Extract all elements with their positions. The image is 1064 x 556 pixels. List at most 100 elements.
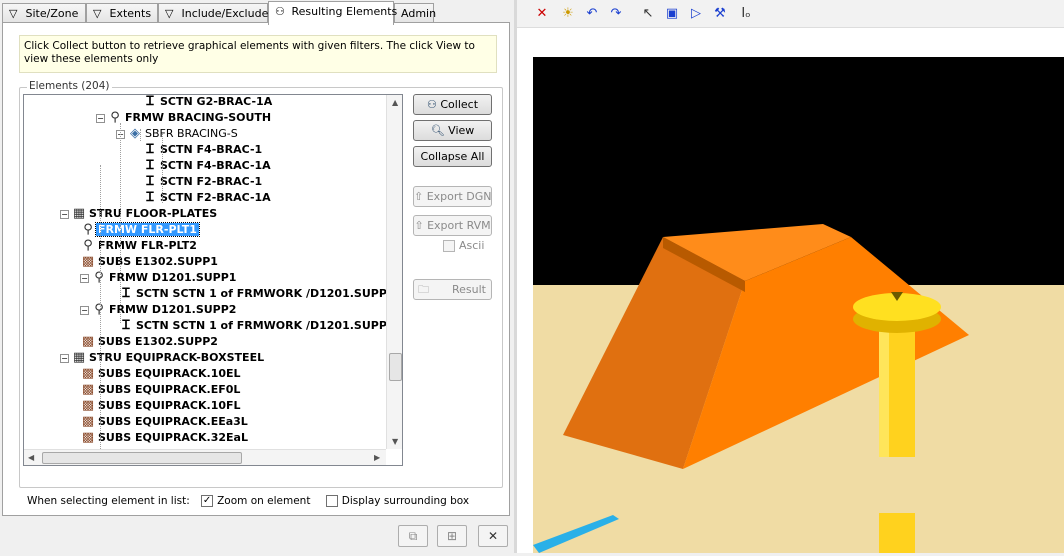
zoom-checkbox[interactable]: ✓ — [201, 495, 214, 507]
close-button[interactable]: ✕ — [478, 525, 508, 547]
play-icon[interactable]: ▷ — [687, 5, 705, 23]
tree-item-label: FRMW D1201.SUPP2 — [109, 303, 237, 316]
collapse-toggle-icon[interactable]: − — [60, 209, 69, 219]
new-button[interactable]: ⊞ — [437, 525, 467, 547]
tree-item-label: SUBS E1302.SUPP2 — [98, 335, 218, 348]
text-tool-icon[interactable]: Iₒ — [737, 5, 755, 23]
collapse-all-button[interactable]: Collapse All — [413, 146, 492, 167]
subs-icon: ▩ — [81, 254, 95, 269]
tree-item-label: SCTN F4-BRAC-1A — [160, 159, 271, 172]
hscroll-thumb[interactable] — [42, 452, 242, 464]
view-button[interactable]: 🔍︎ View — [413, 120, 492, 141]
subs-icon: ▩ — [81, 382, 95, 397]
framework-icon: ⚲ — [94, 270, 104, 285]
subs-icon: ▩ — [81, 334, 95, 349]
export-rvm-button[interactable]: ⇧ Export RVM — [413, 215, 492, 236]
tree-item[interactable]: − ⚲ FRMW D1201.SUPP2 — [80, 302, 238, 318]
new-document-icon: ⊞ — [446, 529, 458, 543]
tree-item-label: SUBS EQUIPRACK.10FL — [98, 399, 241, 412]
tab-resulting-elements[interactable]: ⚇ Resulting Elements — [268, 1, 397, 25]
tree-item[interactable]: ▩ SUBS EQUIPRACK.10EL — [80, 366, 243, 382]
scroll-right-icon[interactable]: ▶ — [374, 453, 380, 462]
collapse-all-label: Collapse All — [420, 150, 485, 163]
scroll-thumb[interactable] — [389, 353, 402, 381]
tree-item-label: SUBS EQUIPRACK.32EaL — [98, 431, 248, 444]
tree-item-label: SUBS EQUIPRACK.10EL — [98, 367, 241, 380]
ascii-label: Ascii — [459, 239, 485, 252]
tab-extents[interactable]: ▽ Extents — [86, 3, 158, 24]
tree-item-label: SCTN F2-BRAC-1 — [160, 175, 263, 188]
light-icon[interactable]: ☀ — [559, 5, 577, 23]
tab-site-zone[interactable]: ▽ Site/Zone — [2, 3, 86, 24]
hint-text: Click Collect button to retrieve graphic… — [19, 35, 497, 73]
beam-icon: Ɪ — [146, 158, 154, 173]
magnifier-icon: 🔍︎ — [430, 124, 445, 137]
collapse-toggle-icon[interactable]: − — [80, 273, 89, 283]
3d-scene — [533, 224, 1064, 553]
funnel-icon: ▽ — [93, 7, 102, 20]
tab-content: Click Collect button to retrieve graphic… — [2, 22, 510, 516]
tree-item[interactable]: Ɪ SCTN SCTN 1 of FRMWORK /D1201.SUPP1 — [118, 286, 397, 302]
scroll-left-icon[interactable]: ◀ — [28, 453, 34, 462]
beam-icon: Ɪ — [146, 142, 154, 157]
scroll-down-icon[interactable]: ▼ — [392, 437, 398, 446]
tree-item[interactable]: ⚲ FRMW FLR-PLT1 — [80, 222, 200, 238]
redo-icon[interactable]: ↷ — [607, 5, 625, 23]
tab-label: Admin — [401, 7, 437, 20]
tree-item-label: FRMW FLR-PLT1 — [95, 222, 200, 237]
tree-item[interactable]: Ɪ SCTN F4-BRAC-1 — [142, 142, 264, 158]
collect-button[interactable]: ⚇ Collect — [413, 94, 492, 115]
ascii-checkbox[interactable] — [443, 240, 455, 252]
tab-include-exclude[interactable]: ▽ Include/Exclude — [158, 3, 268, 24]
beam-icon: Ɪ — [146, 94, 154, 109]
delete-icon[interactable]: ✕ — [533, 5, 551, 23]
tab-label: Extents — [109, 7, 152, 20]
tree-item[interactable]: − ⚲ FRMW D1201.SUPP1 — [80, 270, 238, 286]
tab-label: Include/Exclude — [181, 7, 269, 20]
view-label: View — [448, 124, 475, 137]
tab-strip: ▽ Site/Zone ▽ Extents ▽ Include/Exclude … — [2, 1, 512, 25]
collapse-toggle-icon[interactable]: − — [60, 353, 69, 363]
beam-icon: Ɪ — [146, 174, 154, 189]
undo-icon[interactable]: ↶ — [583, 5, 601, 23]
tree-item[interactable]: ⚲ FRMW FLR-PLT2 — [80, 238, 199, 254]
elements-group-label: Elements (204) — [27, 80, 112, 92]
tree-item[interactable]: ▩ SUBS EQUIPRACK.10FL — [80, 398, 243, 414]
vertical-scrollbar[interactable]: ▲ ▼ — [386, 95, 402, 449]
tab-admin[interactable]: Admin — [394, 3, 437, 24]
subs-icon: ▩ — [81, 366, 95, 381]
tree-item-label: SCTN SCTN 1 of FRMWORK /D1201.SUPP2 — [136, 319, 395, 332]
select-pointer-icon[interactable]: ↖ — [639, 5, 657, 23]
tree-item-label: SUBS EQUIPRACK.EF0L — [98, 383, 241, 396]
display-box-checkbox[interactable] — [325, 495, 338, 507]
collapse-toggle-icon[interactable]: − — [96, 113, 105, 123]
tree-item[interactable]: ▩ SUBS EQUIPRACK.EF0L — [80, 382, 242, 398]
elements-tree[interactable]: Ɪ SCTN G2-BRAC-1A − ⚲ FRMW BRACING-SOUTH − ◈ SB… — [23, 94, 403, 466]
tree-item[interactable]: − ⚲ FRMW BRACING-SOUTH — [96, 110, 273, 126]
scroll-up-icon[interactable]: ▲ — [392, 98, 398, 107]
ascii-option[interactable]: Ascii — [443, 239, 484, 252]
3d-viewport[interactable] — [533, 57, 1064, 553]
tree-item[interactable]: Ɪ SCTN SCTN 1 of FRMWORK /D1201.SUPP2 — [118, 318, 397, 334]
result-button[interactable]: 🗀 Result — [413, 279, 492, 300]
display-box-option[interactable]: Display surrounding box — [325, 495, 469, 507]
tree-item[interactable]: ▩ SUBS EQUIPRACK.32EaL — [80, 430, 250, 446]
horizontal-scrollbar[interactable]: ◀ ▶ — [24, 449, 386, 465]
tree-item[interactable]: Ɪ SCTN G2-BRAC-1A — [142, 94, 274, 110]
zoom-option[interactable]: ✓ Zoom on element — [201, 495, 314, 507]
post-highlight — [879, 329, 889, 457]
export-rvm-label: Export RVM — [427, 219, 491, 232]
box-select-icon[interactable]: ▣ — [663, 5, 681, 23]
framework-icon: ⚲ — [83, 238, 93, 253]
tree-item-label: FRMW BRACING-SOUTH — [125, 111, 272, 124]
tree-item[interactable]: − ▦ STRU FLOOR-PLATES — [60, 206, 219, 222]
structure-icon: ▦ — [72, 206, 86, 221]
tree-item[interactable]: − ▦ STRU EQUIPRACK-BOXSTEEL — [60, 350, 266, 366]
tree-item[interactable]: − ◈ SBFR BRACING-S — [116, 126, 240, 142]
export-dgn-button[interactable]: ⇧ Export DGN — [413, 186, 492, 207]
copy-button[interactable]: ⧉ — [398, 525, 428, 547]
tree-item[interactable]: Ɪ SCTN F2-BRAC-1 — [142, 174, 264, 190]
collapse-toggle-icon[interactable]: − — [80, 305, 89, 315]
measure-icon[interactable]: ⚒ — [711, 5, 729, 23]
tree-item[interactable]: ▩ SUBS EQUIPRACK.EEa3L — [80, 414, 250, 430]
